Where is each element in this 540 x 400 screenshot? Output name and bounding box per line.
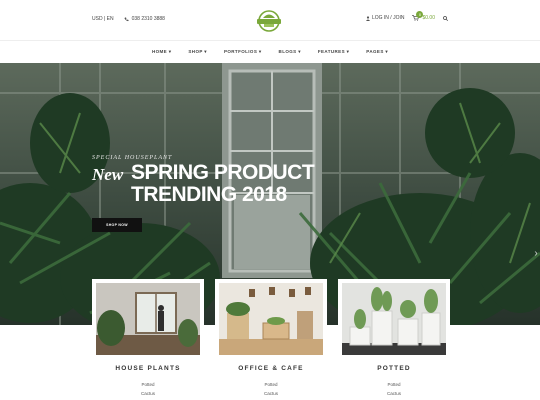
hero-next-arrow[interactable]: › bbox=[532, 248, 540, 260]
cart-total: $0.00 bbox=[422, 15, 435, 21]
category-title-potted[interactable]: POTTED bbox=[338, 365, 450, 372]
account-link[interactable]: LOG IN / JOIN bbox=[365, 15, 405, 21]
cart-button[interactable]: 0 $0.00 bbox=[412, 11, 435, 21]
nav-item-blogs[interactable]: BLOGS ▾ bbox=[279, 45, 301, 59]
top-bar-right: LOG IN / JOIN 0 $0.00 bbox=[365, 11, 448, 21]
search-icon[interactable] bbox=[443, 15, 448, 21]
top-bar-left: USD | EN 038 2310 3888 bbox=[92, 16, 165, 22]
category-title-house-plants[interactable]: HOUSE PLANTS bbox=[92, 365, 204, 372]
category-link-cactus[interactable]: Cactus bbox=[215, 391, 327, 396]
category-card-office-cafe[interactable] bbox=[215, 279, 327, 359]
house-plants-image bbox=[96, 283, 200, 355]
nav-item-pages[interactable]: PAGES ▾ bbox=[366, 45, 388, 59]
currency-language-selector[interactable]: USD | EN bbox=[92, 16, 114, 22]
user-icon bbox=[365, 15, 370, 21]
potted-image bbox=[342, 283, 446, 355]
category-card-house-plants[interactable] bbox=[92, 279, 204, 359]
category-link-potted[interactable]: Potted bbox=[92, 382, 204, 387]
category-title-office-cafe[interactable]: OFFICE & CAFE bbox=[215, 365, 327, 372]
nav-item-shop[interactable]: SHOP ▾ bbox=[188, 45, 207, 59]
shop-now-button[interactable]: SHOP NOW bbox=[92, 218, 142, 232]
nav-item-home[interactable]: HOME ▾ bbox=[151, 45, 172, 64]
account-label: LOG IN / JOIN bbox=[371, 15, 405, 21]
category-link-potted[interactable]: Potted bbox=[338, 382, 450, 387]
nav-item-portfolios[interactable]: PORTFOLIOS ▾ bbox=[224, 45, 262, 59]
category-link-potted[interactable]: Potted bbox=[215, 382, 327, 387]
hero-headline-line-1: SPRING PRODUCT bbox=[131, 161, 315, 184]
top-bar: USD | EN 038 2310 3888 LOG IN / JOIN 0 $… bbox=[0, 0, 540, 40]
category-card-potted[interactable] bbox=[338, 279, 450, 359]
main-navigation: HOME ▾ SHOP ▾ PORTFOLIOS ▾ BLOGS ▾ FEATU… bbox=[0, 40, 540, 64]
phone-icon bbox=[124, 17, 129, 21]
brand-logo[interactable] bbox=[255, 9, 283, 33]
category-link-cactus[interactable]: Cactus bbox=[92, 391, 204, 396]
phone-number: 038 2310 3888 bbox=[131, 16, 165, 22]
phone-contact: 038 2310 3888 bbox=[124, 16, 165, 22]
hero-headline-line-2: TRENDING 2018 bbox=[131, 183, 287, 206]
nav-item-features[interactable]: FEATURES ▾ bbox=[318, 45, 349, 59]
office-cafe-image bbox=[219, 283, 323, 355]
category-link-cactus[interactable]: Cactus bbox=[338, 391, 450, 396]
hero-new-label: New bbox=[92, 165, 124, 184]
